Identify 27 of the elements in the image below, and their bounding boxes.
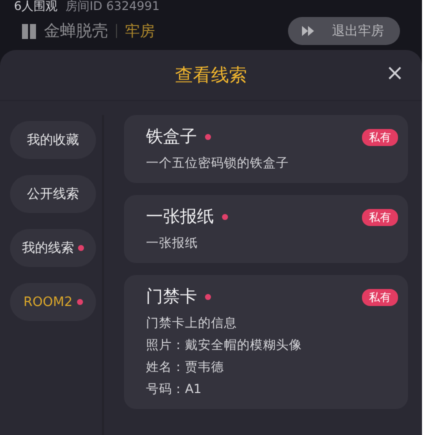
clue-card[interactable]: 门禁卡 私有 门禁卡上的信息 照片：戴安全帽的模糊头像 姓名：贾韦德 号码：A1: [124, 275, 408, 409]
clue-card[interactable]: 一张报纸 私有 一张报纸: [124, 195, 408, 263]
clue-title: 铁盒子: [146, 126, 197, 149]
close-button[interactable]: ×: [382, 63, 408, 85]
location-name: 牢房: [125, 22, 155, 40]
category-tab[interactable]: 我的线索: [10, 229, 96, 267]
category-tab[interactable]: 我的收藏: [10, 121, 96, 159]
category-tab[interactable]: ROOM2: [10, 283, 96, 321]
clue-text: 姓名：贾韦德: [146, 359, 225, 375]
room-id: 房间ID 6324991: [66, 0, 160, 12]
dialog-title: 查看线索: [175, 64, 247, 87]
exit-button[interactable]: 退出牢房: [288, 17, 400, 45]
private-badge: 私有: [362, 208, 398, 226]
clue-text: 一个五位密码锁的铁盒子: [146, 155, 290, 171]
clue-title: 门禁卡: [146, 286, 197, 309]
viewer-count: 6人围观: [14, 0, 58, 12]
clue-text: 门禁卡上的信息: [146, 315, 238, 331]
private-badge: 私有: [362, 128, 398, 146]
category-tab[interactable]: 公开线索: [10, 175, 96, 213]
clue-text: 号码：A1: [146, 381, 203, 397]
clue-card[interactable]: 铁盒子 私有 一个五位密码锁的铁盒子: [124, 115, 408, 183]
clue-text: 照片：戴安全帽的模糊头像: [146, 337, 303, 353]
game-name: 金蝉脱壳: [44, 20, 108, 42]
private-badge: 私有: [362, 288, 398, 306]
clue-text: 一张报纸: [146, 235, 199, 251]
fast-forward-icon: [302, 26, 314, 36]
clue-title: 一张报纸: [146, 206, 214, 229]
